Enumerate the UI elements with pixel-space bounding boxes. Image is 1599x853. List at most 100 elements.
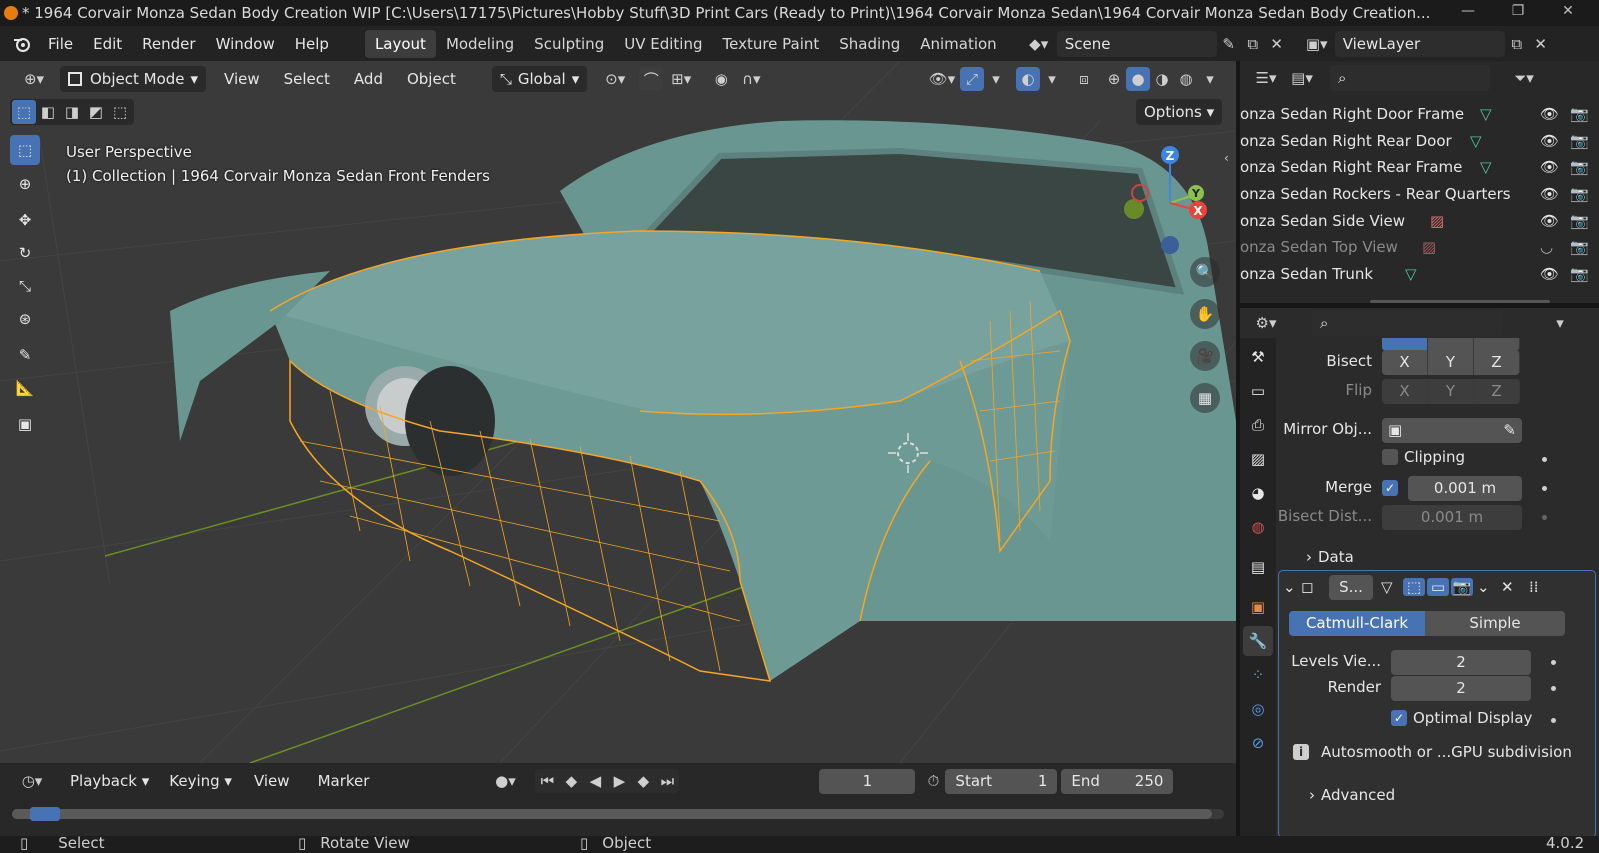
transform-tool-icon[interactable]: ⊛ (10, 304, 40, 334)
menu-edit[interactable]: Edit (83, 30, 132, 58)
tab-modeling[interactable]: Modeling (436, 30, 524, 58)
render-camera-icon[interactable]: 📷 (1570, 101, 1590, 128)
mode-dropdown[interactable]: Object Mode ▾ (60, 66, 207, 92)
output-tab-icon[interactable]: ⎙ (1243, 410, 1273, 440)
render-camera-icon[interactable]: 📷 (1570, 261, 1590, 288)
eye-visible-icon[interactable]: 👁 (1540, 101, 1559, 128)
bisect-y-button[interactable]: Y (1428, 350, 1474, 375)
material-shading-icon[interactable]: ◑ (1150, 67, 1174, 91)
snap-toggle-icon[interactable]: ⌒ (639, 67, 664, 91)
flip-y-button[interactable]: Y (1428, 379, 1474, 404)
eye-visible-icon[interactable]: 👁 (1540, 181, 1559, 208)
modifier-dropdown-icon[interactable]: ⌄ (1477, 578, 1497, 596)
filter-icon[interactable]: ⏷▾ (1506, 66, 1542, 90)
select-invert-icon[interactable]: ◩ (84, 100, 108, 124)
viewport-menu-select[interactable]: Select (276, 66, 338, 92)
flip-z-button[interactable]: Z (1474, 379, 1520, 404)
eye-visible-icon[interactable]: 👁 (1540, 208, 1559, 235)
render-camera-icon[interactable]: 📷 (1570, 181, 1590, 208)
collapse-sidebar-icon[interactable]: ‹ (1224, 151, 1229, 165)
eyedropper-icon[interactable]: ✎ (1503, 418, 1516, 443)
modifier-name-field[interactable]: S... (1329, 574, 1373, 600)
close-window-icon[interactable]: ✕ (1558, 3, 1578, 23)
render-camera-icon[interactable]: 📷 (1570, 128, 1590, 155)
add-cube-tool-icon[interactable]: ▣ (10, 409, 40, 439)
timeline-scroll-thumb[interactable] (12, 809, 1212, 819)
select-extend-icon[interactable]: ◧ (36, 100, 60, 124)
render-camera-icon[interactable]: 📷 (1570, 154, 1590, 181)
timeline-editor-type-icon[interactable]: ◷▾ (14, 769, 50, 793)
viewport-menu-view[interactable]: View (216, 66, 268, 92)
annotate-tool-icon[interactable]: ✎ (10, 340, 40, 370)
particles-tab-icon[interactable]: ⁘ (1243, 660, 1273, 690)
wireframe-shading-icon[interactable]: ⊕ (1102, 67, 1126, 91)
gizmo-dropdown-icon[interactable]: ▾ (984, 67, 1008, 91)
render-camera-icon[interactable]: 📷 (1570, 234, 1590, 261)
levels-viewport-field[interactable]: 2 (1391, 650, 1531, 675)
move-tool-icon[interactable]: ✥ (10, 205, 40, 235)
play-icon[interactable]: ▶ (607, 769, 631, 793)
menu-window[interactable]: Window (206, 30, 285, 58)
catmull-clark-button[interactable]: Catmull-Clark (1289, 611, 1425, 636)
jump-start-icon[interactable]: ⏮ (535, 769, 559, 793)
keyframe-dot-icon[interactable] (1551, 686, 1556, 691)
delete-view-layer-icon[interactable]: ✕ (1529, 32, 1553, 56)
snap-target-icon[interactable]: ⊞▾ (663, 67, 699, 91)
keyframe-dot-icon[interactable] (1542, 457, 1547, 462)
scene-tab-icon[interactable]: ◕ (1243, 478, 1273, 508)
jump-end-icon[interactable]: ⏭ (655, 769, 679, 793)
overlays-dropdown-icon[interactable]: ▾ (1040, 67, 1064, 91)
cursor-tool-icon[interactable]: ⊕ (10, 169, 40, 199)
simple-button[interactable]: Simple (1425, 611, 1565, 636)
rendered-shading-icon[interactable]: ◍ (1174, 67, 1198, 91)
remove-modifier-icon[interactable]: ✕ (1501, 578, 1521, 596)
constraints-tab-icon[interactable]: ⊘ (1243, 728, 1273, 758)
timeline-menu-marker[interactable]: Marker (310, 768, 378, 794)
rotate-tool-icon[interactable]: ↻ (10, 238, 40, 268)
editor-type-icon[interactable]: ⊕▾ (16, 67, 52, 91)
list-item[interactable]: onza Sedan Right Door Frame ▽ 👁 (1240, 101, 1570, 128)
render-toggle-icon[interactable]: 📷 (1451, 578, 1473, 596)
proportional-edit-icon[interactable]: ◉ (709, 67, 733, 91)
advanced-subpanel-header[interactable]: › Advanced (1309, 786, 1395, 804)
pivot-point-icon[interactable]: ⊙▾ (597, 67, 633, 91)
tab-layout[interactable]: Layout (364, 29, 436, 58)
solid-shading-icon[interactable]: ● (1126, 67, 1150, 91)
modifier-tab-icon[interactable]: 🔧 (1243, 626, 1273, 656)
zoom-icon[interactable]: 🔍 (1190, 257, 1220, 287)
tool-tab-icon[interactable]: ⚒ (1243, 342, 1273, 372)
menu-render[interactable]: Render (132, 30, 205, 58)
properties-editor-type-icon[interactable]: ⚙▾ (1248, 311, 1284, 335)
minimize-icon[interactable]: — (1458, 3, 1478, 23)
bisect-x-button[interactable]: X (1382, 350, 1428, 375)
current-frame-field[interactable]: 1 (819, 768, 916, 794)
properties-search-input[interactable]: ⌕ (1312, 310, 1502, 336)
auto-keying-icon[interactable]: ●▾ (487, 769, 523, 793)
merge-checkbox[interactable]: ✓ (1382, 480, 1398, 496)
visibility-icon[interactable]: 👁▾ (924, 67, 960, 91)
pin-scene-icon[interactable]: ✎ (1217, 32, 1241, 56)
play-reverse-icon[interactable]: ◀ (583, 769, 607, 793)
delete-scene-icon[interactable]: ✕ (1265, 32, 1289, 56)
world-tab-icon[interactable]: ◍ (1243, 512, 1273, 542)
editmode-cage-toggle-icon[interactable]: ⬚ (1403, 578, 1425, 596)
list-item[interactable]: onza Sedan Side View ▨ 👁 (1240, 208, 1570, 235)
select-intersect-icon[interactable]: ⬚ (108, 100, 132, 124)
keyframe-dot-icon[interactable] (1551, 660, 1556, 665)
eye-visible-icon[interactable]: 👁 (1540, 128, 1559, 155)
object-tab-icon[interactable]: ▣ (1243, 592, 1273, 622)
viewport-menu-add[interactable]: Add (346, 66, 391, 92)
overlays-toggle-icon[interactable]: ◐ (1016, 67, 1040, 91)
clipping-row[interactable]: Clipping (1382, 448, 1465, 466)
list-item[interactable]: onza Sedan Rockers - Rear Quarters 👁 (1240, 181, 1570, 208)
list-item[interactable]: onza Sedan Right Rear Door ▽ 👁 (1240, 128, 1570, 155)
timeline-menu-playback[interactable]: Playback ▾ (62, 768, 157, 794)
drag-handle-icon[interactable]: ⁞⁞ (1529, 578, 1549, 596)
blender-menu-icon[interactable] (10, 32, 34, 56)
navigation-gizmo[interactable]: Z Y X (1120, 145, 1210, 255)
bisect-distance-field[interactable]: 0.001 m (1382, 505, 1522, 530)
optimal-display-row[interactable]: ✓ Optimal Display (1391, 709, 1532, 727)
gizmo-toggle-icon[interactable]: ⤢ (960, 67, 984, 91)
menu-help[interactable]: Help (285, 30, 339, 58)
tab-animation[interactable]: Animation (910, 30, 1006, 58)
